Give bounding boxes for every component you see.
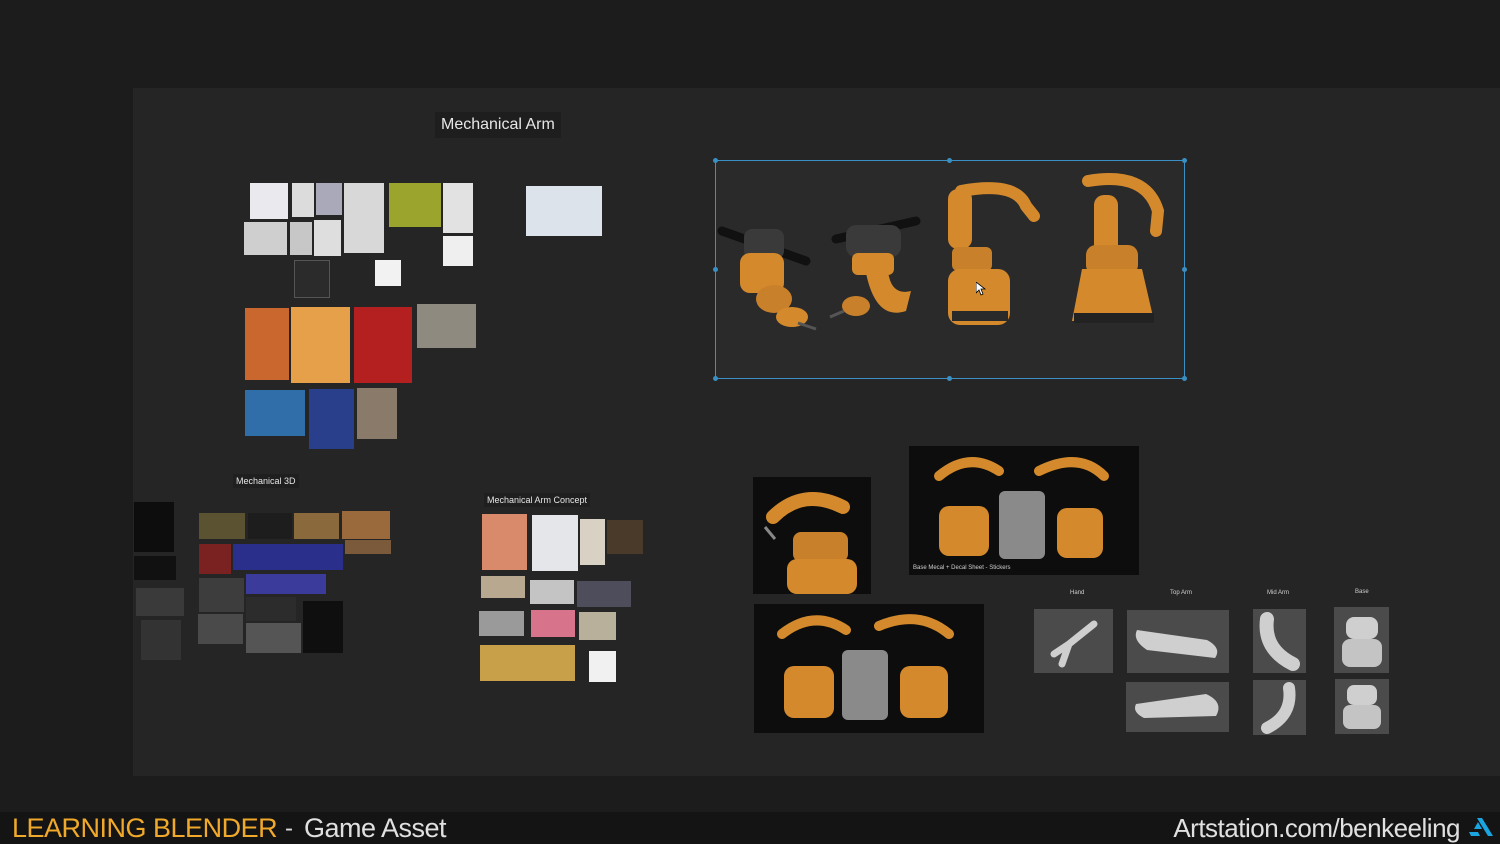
title-separator: - (285, 815, 293, 842)
part-image-top-arm-1[interactable] (1127, 610, 1229, 673)
part-label-base: Base (1355, 589, 1369, 595)
ref-image[interactable] (198, 614, 243, 644)
ref-image[interactable] (443, 236, 473, 266)
part-image-mid-arm-2[interactable] (1253, 680, 1306, 735)
part-image-top-arm-2[interactable] (1126, 682, 1229, 732)
selection-handle-e[interactable] (1182, 267, 1187, 272)
ref-image[interactable] (250, 183, 288, 219)
base-drawing (1342, 617, 1382, 667)
robot-closeup-drawing (763, 492, 857, 594)
ref-image[interactable] (134, 556, 176, 580)
ref-image[interactable] (303, 601, 343, 653)
mouse-cursor-icon (976, 282, 986, 296)
gripper-drawing (1050, 620, 1098, 668)
artstation-logo-icon (1469, 818, 1493, 836)
ref-image[interactable] (579, 612, 616, 640)
ref-image[interactable] (589, 651, 616, 682)
render-image-pair-bottom[interactable] (754, 604, 984, 733)
part-label-top-arm: Top Arm (1170, 590, 1193, 596)
ref-image[interactable] (294, 260, 330, 298)
mid-arm-drawing-2 (1261, 682, 1296, 734)
ref-image[interactable] (245, 390, 305, 436)
render-image-pair-top[interactable]: Base Mecal + Decal Sheet - Stickers (909, 446, 1139, 575)
ref-image[interactable] (245, 308, 289, 380)
part-image-base-2[interactable] (1335, 679, 1389, 734)
base-drawing-2 (1343, 685, 1381, 729)
ref-image[interactable] (607, 520, 643, 554)
ref-image[interactable] (199, 544, 231, 574)
ref-image[interactable] (141, 620, 181, 660)
robot-arm-turnaround (717, 173, 1165, 331)
ref-image[interactable] (316, 183, 342, 215)
top-arm-drawing (1135, 630, 1218, 658)
ref-image[interactable] (342, 511, 390, 539)
ref-image[interactable] (580, 519, 605, 565)
ref-image[interactable] (248, 513, 292, 539)
robot-pair-drawing-top (934, 457, 1109, 559)
ref-image[interactable] (246, 597, 296, 621)
mid-arm-drawing (1259, 612, 1300, 671)
ref-image[interactable] (136, 588, 184, 616)
robot-pair-drawing-bottom (777, 614, 954, 720)
ref-image[interactable] (357, 388, 397, 439)
ref-image[interactable] (526, 186, 602, 236)
render-image-closeup[interactable] (753, 477, 871, 594)
ref-image[interactable] (354, 307, 412, 383)
artstation-url: Artstation.com/benkeeling (1173, 813, 1460, 843)
ref-image[interactable] (246, 574, 326, 594)
ref-image[interactable] (199, 578, 244, 612)
ref-image[interactable] (290, 222, 312, 255)
ref-image[interactable] (375, 260, 401, 286)
part-label-hand: Hand (1070, 590, 1085, 596)
group-label-mechanical-3d: Mechanical 3D (233, 474, 299, 488)
ref-image[interactable] (233, 544, 343, 570)
selection-handle-ne[interactable] (1182, 158, 1187, 163)
part-label-mid-arm: Mid Arm (1267, 590, 1290, 596)
ref-image[interactable] (309, 389, 354, 449)
ref-image[interactable] (292, 183, 314, 217)
ref-image[interactable] (417, 304, 476, 348)
ref-image[interactable] (480, 645, 575, 681)
ref-image[interactable] (532, 515, 578, 571)
board-title: Mechanical Arm (435, 112, 561, 138)
ref-image[interactable] (443, 183, 473, 233)
ref-image[interactable] (345, 540, 391, 554)
ref-image[interactable] (291, 307, 350, 383)
selection-handle-w[interactable] (713, 267, 718, 272)
ref-image[interactable] (199, 513, 245, 539)
ref-image[interactable] (294, 513, 339, 539)
top-arm-drawing-2 (1135, 694, 1219, 718)
part-image-hand[interactable] (1034, 609, 1113, 673)
ref-image[interactable] (134, 502, 174, 552)
ref-image[interactable] (344, 183, 384, 253)
selection-handle-s[interactable] (947, 376, 952, 381)
ref-image[interactable] (244, 222, 287, 255)
selection-handle-se[interactable] (1182, 376, 1187, 381)
part-image-mid-arm-1[interactable] (1253, 609, 1306, 673)
part-image-base-1[interactable] (1334, 607, 1389, 673)
group-label-concept: Mechanical Arm Concept (484, 493, 591, 507)
ref-image[interactable] (577, 581, 631, 607)
ref-image[interactable] (531, 610, 575, 637)
ref-image[interactable] (482, 514, 527, 570)
ref-image[interactable] (479, 611, 524, 636)
ref-image[interactable] (246, 623, 301, 653)
selected-render-image[interactable] (715, 160, 1185, 379)
ref-image[interactable] (314, 220, 341, 256)
selection-handle-n[interactable] (947, 158, 952, 163)
ref-image[interactable] (389, 183, 441, 227)
ref-image[interactable] (530, 580, 574, 604)
selection-handle-nw[interactable] (713, 158, 718, 163)
course-title: LEARNING BLENDER (12, 813, 278, 843)
render-caption: Base Mecal + Decal Sheet - Stickers (913, 565, 1011, 571)
ref-image[interactable] (481, 576, 525, 598)
course-subtitle: Game Asset (304, 813, 447, 843)
selection-handle-sw[interactable] (713, 376, 718, 381)
